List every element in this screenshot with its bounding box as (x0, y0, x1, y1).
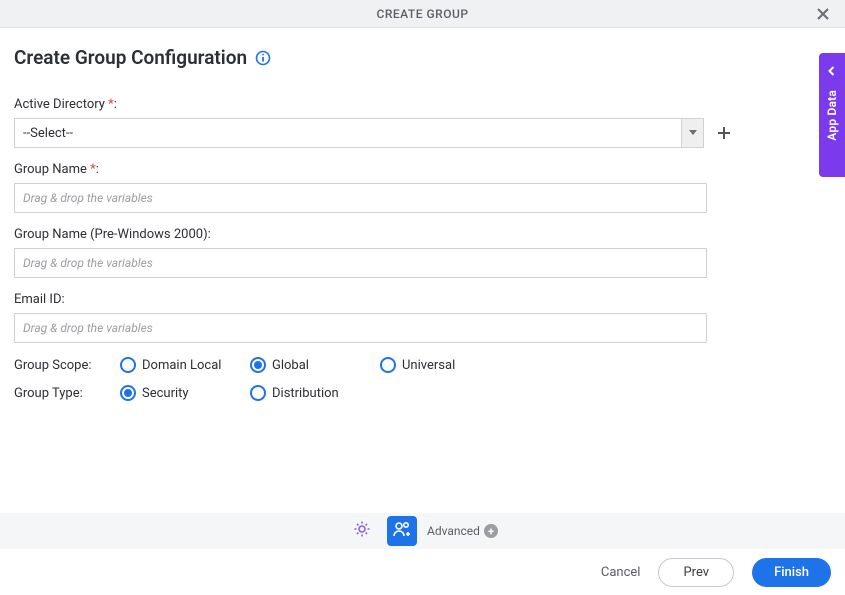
radio-label: Global (272, 358, 309, 373)
group-name-pre2000-label: Group Name (Pre-Windows 2000): (14, 227, 831, 242)
email-id-label: Email ID: (14, 292, 831, 307)
label-colon: : (96, 162, 99, 177)
radio-icon (250, 357, 266, 373)
radio-label: Security (142, 386, 189, 401)
settings-tab[interactable] (347, 516, 377, 546)
dialog-content: Create Group Configuration Active Direct… (0, 28, 845, 401)
group-scope-label: Group Scope: (14, 358, 120, 373)
finish-button[interactable]: Finish (752, 558, 831, 587)
radio-global[interactable]: Global (250, 357, 380, 373)
radio-label: Universal (402, 358, 455, 373)
group-name-pre2000-group: Group Name (Pre-Windows 2000): Drag & dr… (14, 227, 831, 278)
active-directory-row: --Select-- (14, 118, 831, 148)
label-text: Active Directory (14, 97, 108, 112)
group-type-row: Group Type: Security Distribution (14, 385, 831, 401)
page-title-row: Create Group Configuration (14, 46, 831, 69)
bottom-tab-bar: Advanced + (0, 513, 845, 549)
add-directory-button[interactable] (714, 123, 734, 143)
plus-circle-icon: + (484, 524, 498, 538)
radio-security[interactable]: Security (120, 385, 250, 401)
active-directory-label: Active Directory *: (14, 97, 831, 112)
advanced-label-text: Advanced (427, 524, 480, 538)
dialog-footer: Cancel Prev Finish (0, 549, 845, 595)
input-placeholder: Drag & drop the variables (23, 191, 153, 205)
radio-universal[interactable]: Universal (380, 357, 510, 373)
users-tab[interactable] (387, 516, 417, 546)
dialog-title: CREATE GROUP (377, 7, 469, 21)
dialog-header: CREATE GROUP (0, 0, 845, 28)
group-name-label: Group Name *: (14, 162, 831, 177)
input-placeholder: Drag & drop the variables (23, 321, 153, 335)
cancel-button[interactable]: Cancel (601, 565, 641, 580)
chevron-down-icon[interactable] (681, 119, 703, 147)
email-id-group: Email ID: Drag & drop the variables (14, 292, 831, 343)
label-text: Group Name (14, 162, 90, 177)
users-add-icon (392, 519, 412, 543)
info-icon[interactable] (255, 50, 271, 66)
active-directory-select[interactable]: --Select-- (14, 118, 704, 148)
app-data-side-tab[interactable]: App Data (819, 53, 845, 177)
group-name-pre2000-input[interactable]: Drag & drop the variables (14, 248, 707, 278)
email-id-input[interactable]: Drag & drop the variables (14, 313, 707, 343)
radio-distribution[interactable]: Distribution (250, 385, 380, 401)
input-placeholder: Drag & drop the variables (23, 256, 153, 270)
group-name-group: Group Name *: Drag & drop the variables (14, 162, 831, 213)
radio-label: Domain Local (142, 358, 221, 373)
side-tab-label: App Data (825, 90, 839, 141)
radio-icon (120, 357, 136, 373)
active-directory-group: Active Directory *: --Select-- (14, 97, 831, 148)
radio-icon (250, 385, 266, 401)
radio-icon (380, 357, 396, 373)
group-type-label: Group Type: (14, 386, 120, 401)
radio-domain-local[interactable]: Domain Local (120, 357, 250, 373)
radio-icon (120, 385, 136, 401)
radio-label: Distribution (272, 386, 339, 401)
group-scope-row: Group Scope: Domain Local Global Univers… (14, 357, 831, 373)
advanced-toggle[interactable]: Advanced + (427, 524, 498, 538)
close-icon[interactable] (813, 4, 833, 24)
chevron-left-icon (827, 61, 837, 80)
label-colon: : (114, 97, 117, 112)
radio-dot (124, 389, 132, 397)
select-value[interactable]: --Select-- (15, 119, 681, 147)
radio-dot (254, 361, 262, 369)
prev-button[interactable]: Prev (658, 558, 734, 587)
group-name-input[interactable]: Drag & drop the variables (14, 183, 707, 213)
gear-icon (352, 519, 372, 543)
page-title: Create Group Configuration (14, 46, 247, 69)
